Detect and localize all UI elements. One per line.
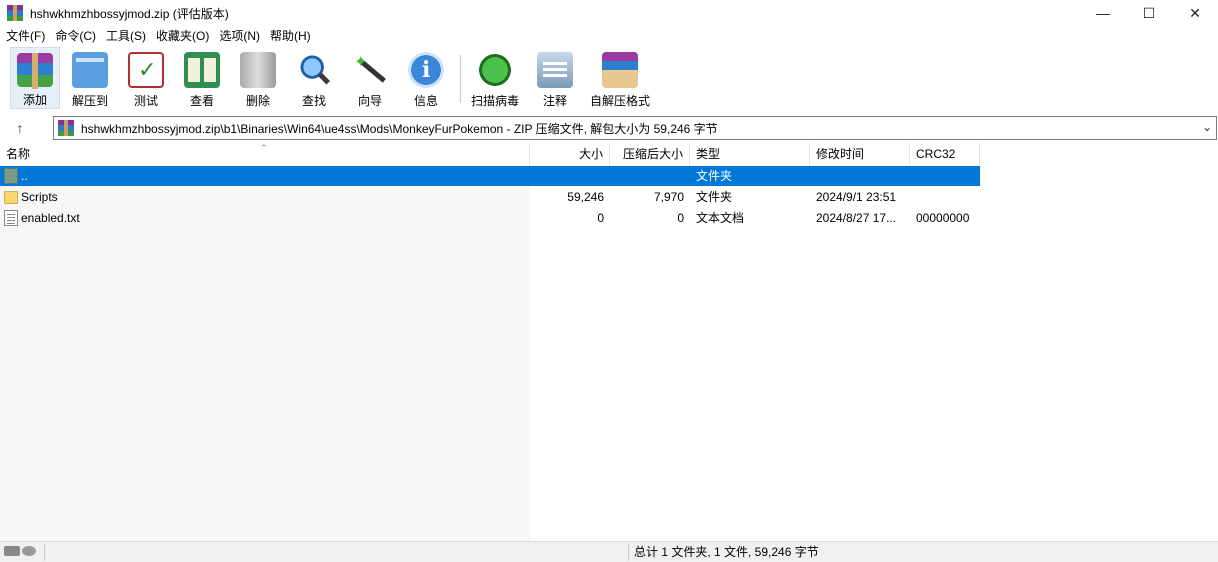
extract-to-button[interactable]: 解压到 — [64, 47, 116, 109]
table-row-enabled-txt[interactable]: enabled.txt 0 0 文本文档 2024/8/27 17... 000… — [0, 208, 980, 228]
wizard-button-label: 向导 — [357, 94, 382, 108]
sfx-button-label: 自解压格式 — [589, 94, 650, 108]
extract-to-button-label: 解压到 — [71, 94, 108, 108]
column-name-label: 名称 — [6, 147, 31, 161]
test-button-label: 测试 — [133, 94, 158, 108]
column-type[interactable]: 类型 — [690, 143, 810, 165]
column-modified[interactable]: 修改时间 — [810, 143, 910, 165]
add-archive-icon — [17, 53, 53, 89]
row-name: Scripts — [21, 190, 58, 204]
add-button[interactable]: 添加 — [10, 47, 60, 109]
maximize-button[interactable]: ☐ — [1126, 0, 1172, 26]
path-text: hshwkhmzhbossyjmod.zip\b1\Binaries\Win64… — [81, 121, 718, 136]
row-size: 59,246 — [567, 190, 604, 204]
sfx-box-icon — [602, 52, 638, 88]
test-button[interactable]: 测试 — [120, 47, 172, 109]
comment-button[interactable]: 注释 — [527, 47, 583, 109]
row-type: 文本文档 — [696, 211, 745, 225]
view-book-icon — [184, 52, 220, 88]
extract-folder-icon — [72, 52, 108, 88]
toolbar: 添加 解压到 测试 查看 删除 查找 向导 信息 扫描病毒 注释 自解压格式 — [0, 47, 1218, 111]
chevron-down-icon[interactable]: ⌄ — [1202, 120, 1212, 134]
virus-scan-icon — [477, 52, 513, 88]
column-header: 名称 ⌃ 大小 压缩后大小 类型 修改时间 CRC32 — [0, 143, 980, 165]
virus-scan-button[interactable]: 扫描病毒 — [467, 47, 523, 109]
menu-commands[interactable]: 命令(C) — [51, 26, 102, 46]
info-button[interactable]: 信息 — [400, 47, 452, 109]
drive-icon[interactable] — [4, 546, 20, 556]
toolbar-separator — [460, 55, 461, 103]
column-packed-size[interactable]: 压缩后大小 — [610, 143, 690, 165]
row-crc32: 00000000 — [916, 211, 970, 225]
row-packed-size — [610, 166, 690, 186]
row-type: 文件夹 — [696, 169, 733, 183]
row-name: .. — [21, 169, 28, 183]
info-button-label: 信息 — [413, 94, 438, 108]
row-size: 0 — [597, 211, 604, 225]
trash-icon — [240, 52, 276, 88]
title-bar: hshwkhmzhbossyjmod.zip (评估版本) — ☐ ✕ — [0, 0, 1218, 26]
address-bar: ↑ hshwkhmzhbossyjmod.zip\b1\Binaries\Win… — [0, 114, 1218, 142]
row-name: enabled.txt — [21, 211, 80, 225]
column-name[interactable]: 名称 ⌃ — [0, 143, 530, 165]
add-button-label: 添加 — [22, 93, 47, 107]
table-row-parent[interactable]: .. 文件夹 — [0, 166, 980, 186]
view-button-label: 查看 — [189, 94, 214, 108]
comment-button-label: 注释 — [542, 94, 567, 108]
view-button[interactable]: 查看 — [176, 47, 228, 109]
column-size[interactable]: 大小 — [530, 143, 610, 165]
window-controls: — ☐ ✕ — [1080, 0, 1218, 26]
menu-help[interactable]: 帮助(H) — [266, 26, 317, 46]
arrow-up-icon: ↑ — [16, 120, 24, 136]
up-one-level-button[interactable]: ↑ — [0, 114, 40, 142]
status-divider — [44, 544, 45, 561]
row-type: 文件夹 — [696, 190, 733, 204]
sort-ascending-icon: ⌃ — [260, 143, 268, 153]
row-crc32 — [910, 187, 980, 207]
status-icons — [4, 546, 36, 556]
wizard-wand-icon — [352, 52, 388, 88]
key-icon[interactable] — [22, 546, 36, 556]
row-packed-size: 0 — [677, 211, 684, 225]
row-modified: 2024/8/27 17... — [816, 211, 897, 225]
column-crc32[interactable]: CRC32 — [910, 143, 980, 165]
minimize-button[interactable]: — — [1080, 0, 1126, 26]
menu-options[interactable]: 选项(N) — [215, 26, 266, 46]
row-modified — [810, 166, 910, 186]
comment-icon — [537, 52, 573, 88]
delete-button[interactable]: 删除 — [232, 47, 284, 109]
find-button-label: 查找 — [301, 94, 326, 108]
row-modified: 2024/9/1 23:51 — [816, 190, 897, 204]
status-bar: 总计 1 文件夹, 1 文件, 59,246 字节 — [0, 541, 1218, 562]
row-size — [530, 166, 610, 186]
file-list[interactable]: .. 文件夹 Scripts 59,246 7,970 文件夹 2024/9/1… — [0, 166, 1218, 541]
info-icon — [408, 52, 444, 88]
delete-button-label: 删除 — [245, 94, 270, 108]
status-divider — [628, 544, 629, 561]
menu-file[interactable]: 文件(F) — [2, 26, 51, 46]
menu-favorites[interactable]: 收藏夹(O) — [152, 26, 215, 46]
wizard-button[interactable]: 向导 — [344, 47, 396, 109]
window-title: hshwkhmzhbossyjmod.zip (评估版本) — [30, 6, 229, 21]
status-summary: 总计 1 文件夹, 1 文件, 59,246 字节 — [634, 545, 819, 559]
test-clipboard-icon — [128, 52, 164, 88]
find-button[interactable]: 查找 — [288, 47, 340, 109]
menu-tools[interactable]: 工具(S) — [102, 26, 152, 46]
magnifier-icon — [296, 52, 332, 88]
virus-scan-button-label: 扫描病毒 — [470, 94, 519, 108]
sfx-button[interactable]: 自解压格式 — [587, 47, 653, 109]
path-combobox[interactable]: hshwkhmzhbossyjmod.zip\b1\Binaries\Win64… — [53, 116, 1217, 140]
table-row-scripts[interactable]: Scripts 59,246 7,970 文件夹 2024/9/1 23:51 — [0, 187, 980, 207]
archive-path-icon — [58, 120, 74, 136]
close-button[interactable]: ✕ — [1172, 0, 1218, 26]
menu-bar: 文件(F) 命令(C) 工具(S) 收藏夹(O) 选项(N) 帮助(H) — [0, 26, 317, 46]
row-packed-size: 7,970 — [653, 190, 684, 204]
row-crc32 — [910, 166, 980, 186]
winrar-app-icon[interactable] — [7, 5, 23, 21]
